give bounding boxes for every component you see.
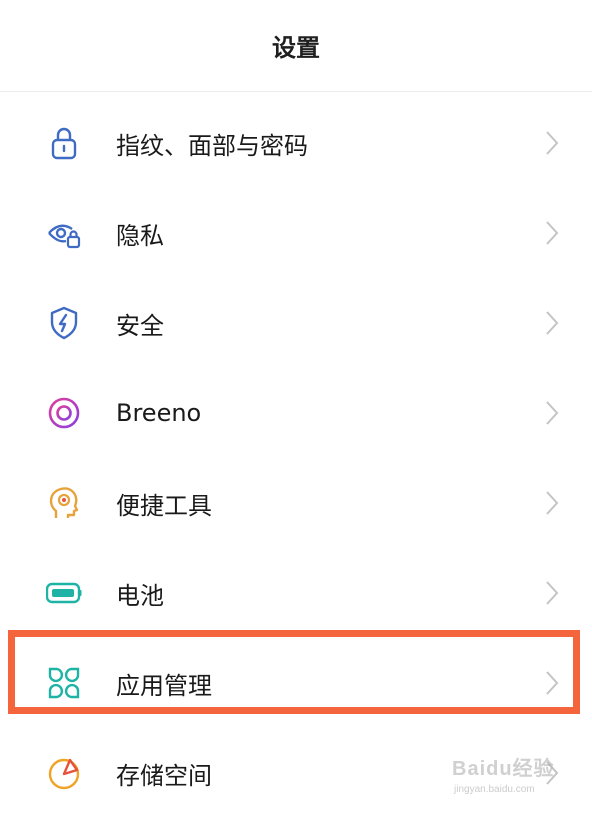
settings-item-privacy[interactable]: 隐私 [0, 188, 592, 278]
shield-bolt-icon [46, 305, 82, 341]
settings-item-fingerprint-face-password[interactable]: 指纹、面部与密码 [0, 98, 592, 188]
battery-icon [46, 575, 82, 611]
settings-item-label: Breeno [116, 399, 202, 427]
settings-item-label: 便捷工具 [116, 491, 212, 520]
settings-item-security[interactable]: 安全 [0, 278, 592, 368]
settings-item-battery[interactable]: 电池 [0, 548, 592, 638]
privacy-eye-lock-icon [46, 215, 82, 251]
lock-icon [46, 125, 82, 161]
chevron-right-icon [542, 218, 562, 248]
watermark-text: Baidu经验 [452, 758, 555, 780]
chevron-right-icon [542, 398, 562, 428]
page-title: 设置 [272, 34, 320, 62]
highlight-box [8, 630, 580, 714]
settings-item-convenience-tools[interactable]: 便捷工具 [0, 458, 592, 548]
chevron-right-icon [542, 128, 562, 158]
watermark-url: jingyan.baidu.com [454, 784, 535, 795]
settings-item-label: 电池 [116, 581, 164, 610]
head-target-icon [46, 485, 82, 521]
chevron-right-icon [542, 488, 562, 518]
chevron-right-icon [542, 578, 562, 608]
settings-item-label: 存储空间 [116, 761, 212, 790]
baidu-watermark: Baidu经验 jingyan.baidu.com [452, 752, 584, 800]
settings-item-label: 安全 [116, 311, 164, 340]
settings-item-label: 隐私 [116, 221, 164, 250]
breeno-ring-icon [46, 395, 82, 431]
page-header: 设置 [0, 0, 592, 92]
storage-pie-icon [46, 755, 82, 791]
settings-item-breeno[interactable]: Breeno [0, 368, 592, 458]
chevron-right-icon [542, 308, 562, 338]
settings-item-label: 指纹、面部与密码 [116, 131, 308, 160]
